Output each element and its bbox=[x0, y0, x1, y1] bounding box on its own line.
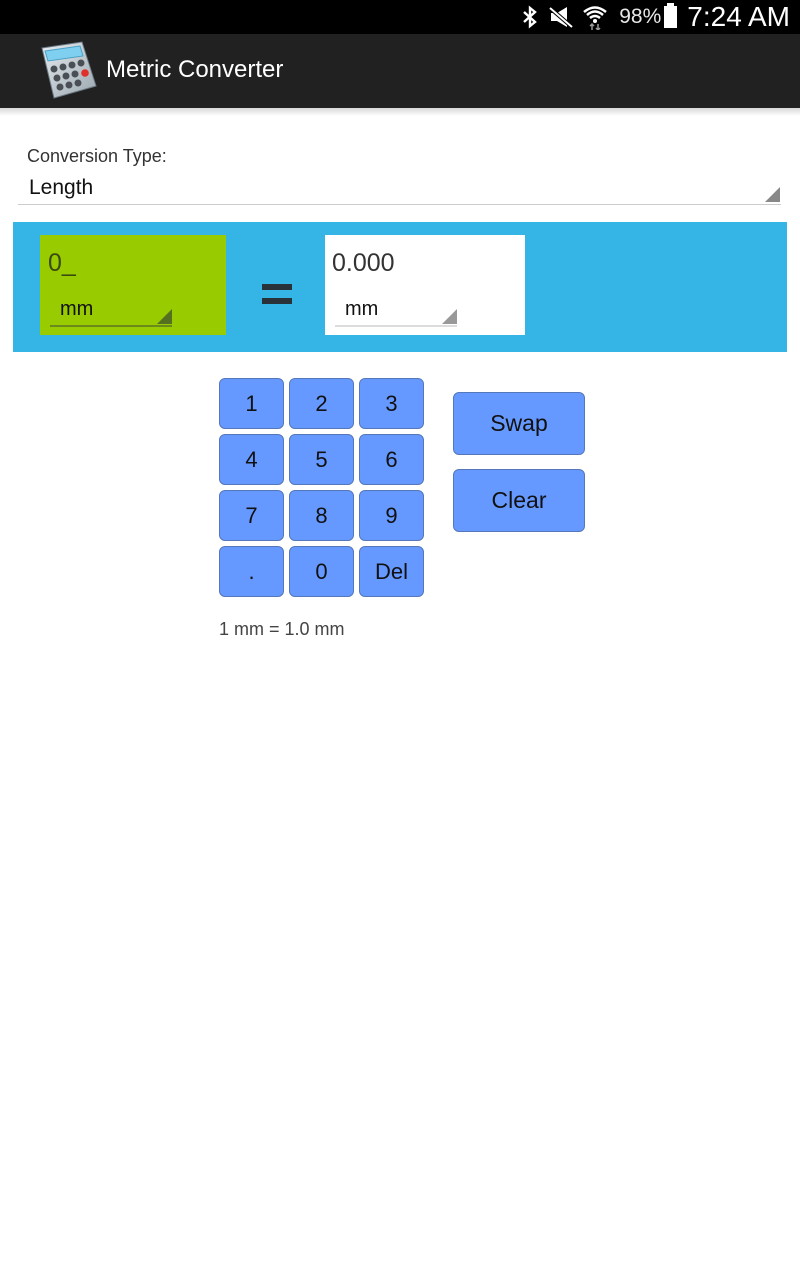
clear-button[interactable]: Clear bbox=[453, 469, 585, 532]
conversion-type-label: Conversion Type: bbox=[27, 146, 167, 166]
output-unit-dropdown[interactable]: mm bbox=[335, 291, 457, 327]
equals-sign bbox=[262, 284, 292, 308]
dropdown-arrow-icon bbox=[157, 309, 172, 324]
key-2[interactable]: 2 bbox=[289, 378, 354, 429]
battery-percent: 98% bbox=[619, 5, 662, 28]
conversion-ratio: 1 mm = 1.0 mm bbox=[219, 619, 345, 639]
key-9[interactable]: 9 bbox=[359, 490, 424, 541]
conversion-type-dropdown[interactable]: Length bbox=[18, 172, 781, 205]
mute-icon bbox=[543, 0, 579, 34]
calculator-icon bbox=[36, 40, 100, 100]
conversion-type-value: Length bbox=[29, 176, 94, 199]
input-unit-value: mm bbox=[60, 298, 94, 320]
wifi-icon bbox=[579, 0, 611, 34]
action-bar-shadow bbox=[0, 108, 800, 116]
battery-icon bbox=[664, 3, 678, 28]
app-title: Metric Converter bbox=[106, 56, 284, 83]
key-delete[interactable]: Del bbox=[359, 546, 424, 597]
dropdown-arrow-icon bbox=[765, 187, 780, 202]
output-box: 0.000 mm bbox=[325, 235, 525, 335]
input-unit-dropdown[interactable]: mm bbox=[50, 291, 172, 327]
key-3[interactable]: 3 bbox=[359, 378, 424, 429]
key-1[interactable]: 1 bbox=[219, 378, 284, 429]
output-value: 0.000 bbox=[332, 249, 395, 277]
status-bar: 98% 7:24 AM bbox=[0, 0, 800, 34]
key-5[interactable]: 5 bbox=[289, 434, 354, 485]
converter-panel: 0_ mm 0.000 mm bbox=[13, 222, 787, 352]
dropdown-arrow-icon bbox=[442, 309, 457, 324]
key-8[interactable]: 8 bbox=[289, 490, 354, 541]
input-value[interactable]: 0_ bbox=[48, 249, 76, 278]
key-0[interactable]: 0 bbox=[289, 546, 354, 597]
key-decimal[interactable]: . bbox=[219, 546, 284, 597]
input-box[interactable]: 0_ mm bbox=[40, 235, 226, 335]
swap-button[interactable]: Swap bbox=[453, 392, 585, 455]
key-4[interactable]: 4 bbox=[219, 434, 284, 485]
key-7[interactable]: 7 bbox=[219, 490, 284, 541]
clock: 7:24 AM bbox=[687, 1, 790, 32]
key-6[interactable]: 6 bbox=[359, 434, 424, 485]
output-unit-value: mm bbox=[345, 298, 379, 320]
bluetooth-icon bbox=[517, 0, 543, 34]
action-bar: Metric Converter bbox=[0, 34, 800, 108]
